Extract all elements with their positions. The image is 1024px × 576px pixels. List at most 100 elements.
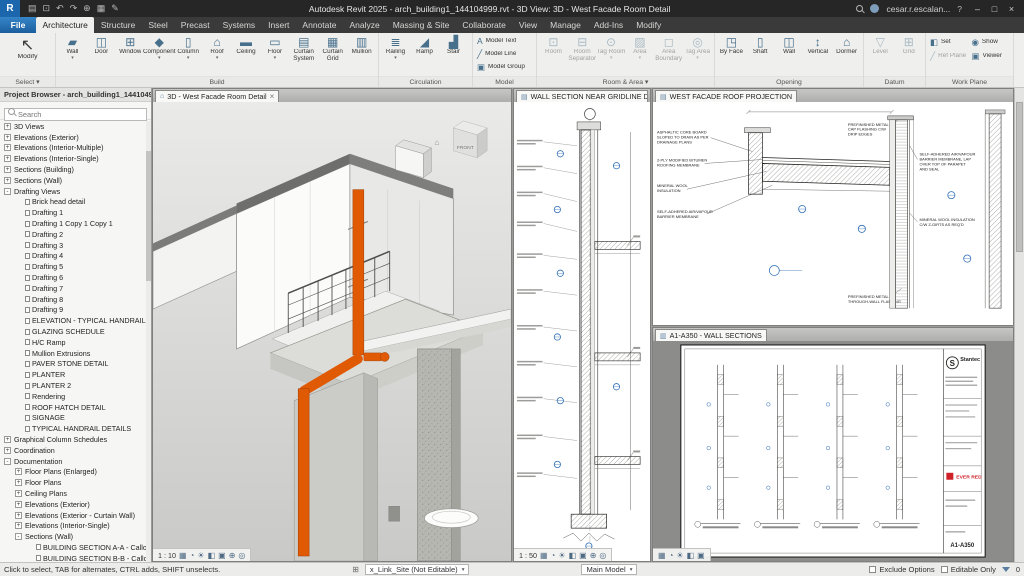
view-control-icon[interactable]: ◔ — [551, 551, 556, 560]
panel-label-room-area[interactable]: Room & Area ▾ — [537, 76, 714, 87]
tree-expander[interactable] — [26, 544, 33, 551]
view-control-icon[interactable]: ▣ — [218, 551, 226, 560]
view-control-icon[interactable]: ☀ — [676, 551, 683, 560]
ribbon-tool[interactable]: ⊟ Room Separator — [568, 34, 597, 76]
panel-label-datum[interactable]: Datum — [864, 76, 925, 87]
ribbon-tab[interactable]: Annotate — [296, 17, 343, 33]
tree-item[interactable]: + Elevations (Interior-Single) — [0, 153, 151, 164]
tree-item[interactable]: BUILDING SECTION A-A - Callout — [0, 542, 151, 553]
selection-filter-icon[interactable] — [1001, 567, 1010, 572]
tree-item[interactable]: ELEVATION - TYPICAL HANDRAIL — [0, 315, 151, 326]
project-browser-header[interactable]: Project Browser - arch_building1_1441049… — [0, 88, 151, 102]
ribbon-tool[interactable]: ◻ Area Boundary — [654, 34, 683, 76]
tree-expander[interactable]: + — [4, 436, 11, 443]
quick-access-icon[interactable]: ⊡ — [43, 3, 51, 14]
panel-label-work-plane[interactable]: Work Plane — [926, 76, 1013, 87]
ribbon-tab[interactable]: Structure — [94, 17, 142, 33]
tree-expander[interactable]: + — [4, 122, 11, 130]
ribbon-tool[interactable]: ◫ Door — [87, 34, 116, 76]
tree-item[interactable]: Brick head detail — [0, 197, 151, 208]
ribbon-tool[interactable]: ▤ Curtain System — [289, 34, 318, 76]
quick-access-icon[interactable]: ✎ — [111, 3, 119, 14]
ribbon-tab[interactable]: Systems — [216, 17, 262, 33]
tree-expander[interactable] — [15, 328, 22, 335]
worksets-icon[interactable]: ⊞ — [352, 565, 359, 574]
view-control-icon[interactable]: ☀ — [558, 551, 565, 560]
view-control-icon[interactable]: ▦ — [658, 551, 666, 560]
tree-expander[interactable]: + — [4, 176, 11, 184]
view-control-icon[interactable]: ◧ — [687, 551, 695, 560]
tree-item[interactable]: + Floor Plans — [0, 477, 151, 488]
ribbon-tool[interactable]: ⊡ Room — [539, 34, 568, 76]
ribbon-tool[interactable]: ▦ Curtain Grid — [318, 34, 347, 76]
ribbon-tool[interactable]: ▟ Stair — [439, 34, 468, 76]
tree-expander[interactable]: + — [4, 155, 11, 163]
tree-item[interactable]: Drafting 8 — [0, 294, 151, 305]
ribbon-tab[interactable]: Analyze — [343, 17, 386, 33]
ribbon-tool[interactable]: ◫ Wall — [775, 34, 804, 76]
ribbon-tool[interactable]: ↕ Vertical — [803, 34, 832, 76]
ribbon-tool[interactable]: ▰ Wall ▾ — [58, 34, 87, 76]
ribbon-tool[interactable]: ▣ Viewer — [971, 50, 1011, 62]
active-workset-select[interactable]: x_Link_Site (Not Editable) ▾ — [364, 564, 470, 575]
ribbon-tool[interactable]: ▨ Area ▾ — [625, 34, 654, 76]
tree-item[interactable]: Drafting 6 — [0, 272, 151, 283]
tree-expander[interactable] — [15, 252, 22, 259]
window-control-button[interactable]: □ — [986, 4, 1003, 14]
tree-expander[interactable] — [15, 339, 22, 346]
design-option-select[interactable]: Main Model ▾ — [581, 564, 638, 575]
view-control-icon[interactable]: ☀ — [197, 551, 204, 560]
tree-item[interactable]: + Elevations (Interior-Single) — [0, 520, 151, 531]
file-menu-button[interactable]: File — [0, 17, 36, 33]
tree-expander[interactable] — [15, 371, 22, 378]
view-tab-wall-section[interactable]: ▤ WALL SECTION NEAR GRIDLINE D — [516, 90, 648, 102]
ribbon-tab[interactable]: Modify — [630, 17, 668, 33]
ribbon-tool[interactable]: ╱ Model Line — [476, 48, 533, 60]
tree-expander[interactable] — [15, 209, 22, 216]
tree-expander[interactable]: + — [15, 489, 22, 497]
panel-label-model[interactable]: Model — [473, 76, 536, 87]
view-control-icon[interactable]: ▦ — [179, 551, 187, 560]
tree-item[interactable]: + 3D Views — [0, 121, 151, 132]
tree-expander[interactable] — [15, 360, 22, 367]
ribbon-tool[interactable]: ◉ Show — [971, 36, 1011, 48]
view-control-icon[interactable]: ◎ — [238, 551, 245, 560]
tree-item[interactable]: BUILDING SECTION B-B - Callout — [0, 553, 151, 562]
ribbon-tool[interactable]: ≣ Railing ▾ — [381, 34, 410, 76]
ribbon-tool[interactable]: ⌂ Roof ▾ — [203, 34, 232, 76]
modify-tool-button[interactable]: ↖ Modify — [2, 34, 53, 76]
ribbon-tool[interactable]: ▽ Level — [866, 34, 895, 76]
tree-item[interactable]: + Sections (Wall) — [0, 175, 151, 186]
tree-item[interactable]: Drafting 1 — [0, 207, 151, 218]
tree-expander[interactable] — [26, 555, 33, 562]
ribbon-tab[interactable]: Precast — [174, 17, 216, 33]
tree-expander[interactable]: - — [15, 533, 22, 541]
tree-expander[interactable]: + — [15, 511, 22, 519]
view-tab-sheet[interactable]: ▥ A1-A350 - WALL SECTIONS — [655, 329, 767, 341]
app-logo[interactable]: R — [0, 0, 20, 17]
tree-item[interactable]: Drafting 5 — [0, 261, 151, 272]
ribbon-tool[interactable]: ▯ Shaft — [746, 34, 775, 76]
view-control-icon[interactable]: ▣ — [579, 551, 587, 560]
canvas-roof-projection[interactable]: ASPHALTIC CORE BOARD SLOPED TO DRAIN AS … — [653, 102, 1013, 325]
ribbon-tool[interactable]: ▭ Floor ▾ — [260, 34, 289, 76]
view-scale[interactable]: 1 : 10 — [158, 551, 176, 560]
tab-close-icon[interactable]: × — [270, 92, 275, 101]
tree-item[interactable]: + Floor Plans (Enlarged) — [0, 467, 151, 478]
tree-item[interactable]: Drafting 4 — [0, 251, 151, 262]
window-control-button[interactable]: – — [969, 4, 986, 14]
checkbox[interactable] — [940, 566, 948, 573]
user-avatar[interactable] — [870, 4, 880, 13]
tree-item[interactable]: - Drafting Views — [0, 186, 151, 197]
tree-expander[interactable]: + — [15, 522, 22, 530]
tree-expander[interactable]: + — [15, 479, 22, 487]
editable-only-checkbox[interactable]: Editable Only — [940, 565, 996, 574]
tree-expander[interactable]: + — [4, 166, 11, 174]
ribbon-tool[interactable]: ⊞ Grid — [895, 34, 924, 76]
ribbon-tool[interactable]: ▥ Mullion — [347, 34, 376, 76]
help-icon[interactable]: ? — [957, 4, 962, 14]
tree-expander[interactable]: + — [4, 133, 11, 141]
panel-label-circulation[interactable]: Circulation — [379, 76, 472, 87]
panel-label-opening[interactable]: Opening — [715, 76, 863, 87]
view-tab-3d[interactable]: ⌂ 3D - West Facade Room Detail × — [155, 90, 280, 102]
